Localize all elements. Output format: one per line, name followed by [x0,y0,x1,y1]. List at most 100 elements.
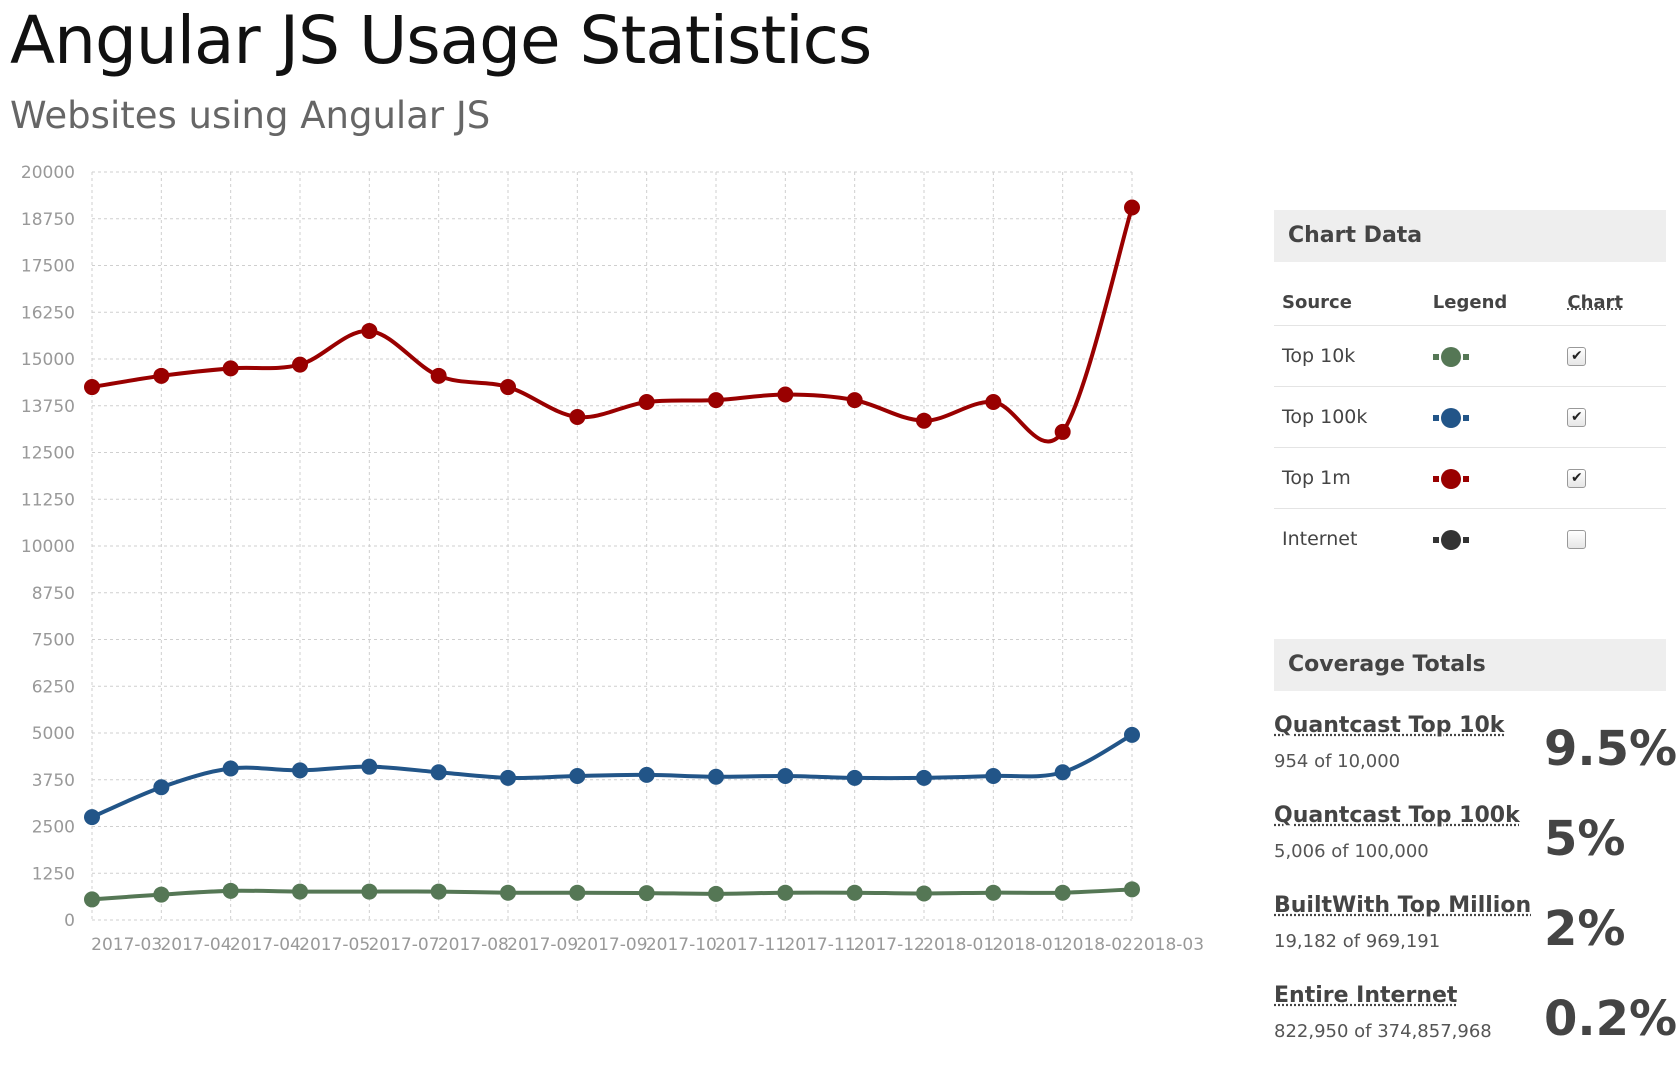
usage-line-chart: 0 1250 2500 3750 5000 6250 7500 8750 10000 11250 1… [21,163,1204,955]
y-tick-label: 18750 [21,210,75,230]
data-point-top-1m [153,367,170,384]
source-label: Top 1m [1274,447,1425,509]
chart-data-header: Chart Data [1274,210,1666,262]
y-tick-label: 20000 [21,163,75,183]
coverage-detail: 954 of 10,000 [1274,751,1401,772]
coverage-link-quantcast-top-10k[interactable]: Quantcast Top 10k [1274,713,1504,738]
data-point-top-10k [222,882,239,899]
data-point-top-100k [777,768,794,785]
data-point-top-10k [84,891,100,908]
source-label: Internet [1282,528,1358,550]
data-point-top-10k [500,884,516,901]
data-point-top-100k [361,758,378,775]
data-point-top-10k [292,883,308,900]
data-point-top-1m [430,367,447,384]
data-point-top-100k [153,779,170,796]
coverage-totals-header: Coverage Totals [1274,639,1666,691]
x-tick-label: 2017-08 [438,935,509,955]
data-point-top-10k [430,883,447,900]
data-point-top-1m [708,392,724,409]
chart-toggle-cell [1559,509,1666,570]
data-point-top-100k [916,769,932,786]
data-point-top-10k [153,886,170,903]
y-tick-label: 0 [64,911,75,931]
x-tick-label: 2018-01 [923,935,994,955]
x-tick-label: 2017-10 [646,935,717,955]
data-point-top-100k [638,766,655,783]
page-subtitle: Websites using Angular JS [10,94,491,137]
data-point-top-10k [1054,884,1071,901]
coverage-percent: 5% [1544,811,1626,867]
coverage-row: Quantcast Top 100k 5,006 of 100,000 5% [1274,795,1666,885]
data-point-top-1m [1054,423,1071,440]
y-tick-label: 7500 [32,631,75,651]
y-tick-label: 5000 [32,724,75,744]
coverage-link-quantcast-top-100k[interactable]: Quantcast Top 100k [1274,803,1520,828]
y-tick-label: 6250 [32,677,75,697]
data-point-top-10k [777,884,794,901]
data-point-top-10k [638,885,655,902]
series-line-top-1m [91,206,1134,444]
data-point-top-100k [222,760,239,777]
source-label: Top 100k [1274,386,1425,448]
page-title: Angular JS Usage Statistics [10,2,872,79]
data-point-top-10k [708,885,724,902]
coverage-totals: Coverage Totals Quantcast Top 10k 954 of… [1274,639,1676,1065]
x-tick-label: 2017-04 [230,935,301,955]
chart-toggle-cell: ✔ [1559,386,1666,448]
coverage-link-builtwith-top-million[interactable]: BuiltWith Top Million [1274,893,1531,918]
chart-toggle-checkbox[interactable] [1567,530,1587,549]
x-tick-label: 2017-11 [715,935,786,955]
source-column-header: Source [1274,284,1425,326]
data-point-top-1m [638,394,655,411]
coverage-row: Entire Internet 822,950 of 374,857,968 0… [1274,975,1676,1065]
source-row-top-10k: Top 10k ✔ [1274,325,1666,387]
y-tick-label: 8750 [32,584,75,604]
data-point-top-100k [708,768,724,785]
sidebar: Chart Data Source Legend Chart Top 10k ✔ [1274,210,1676,1065]
data-point-top-100k [500,769,516,786]
legend-cell [1424,325,1560,387]
x-tick-label: 2017-12 [854,935,925,955]
legend-marker-icon [1432,346,1469,367]
data-point-top-1m [916,412,932,429]
source-row-internet: Internet [1274,509,1666,570]
coverage-percent: 0.2% [1544,991,1676,1047]
data-point-top-100k [985,768,1002,785]
x-tick-label: 2017-04 [160,935,231,955]
chart-toggle-checkbox[interactable]: ✔ [1567,469,1587,488]
coverage-link-entire-internet[interactable]: Entire Internet [1274,983,1457,1008]
data-point-top-1m [361,322,378,339]
y-tick-label: 2500 [32,818,75,838]
chart-toggle-checkbox[interactable]: ✔ [1567,408,1587,427]
data-point-top-1m [1124,199,1140,216]
legend-column-header: Legend [1424,284,1560,326]
data-point-top-1m [777,386,794,403]
legend-marker-icon [1432,407,1469,428]
x-tick-label: 2017-09 [507,935,578,955]
y-tick-label: 3750 [32,771,75,791]
y-tick-label: 17500 [21,257,75,277]
series-line-top-10k [91,887,1133,902]
data-point-top-1m [846,392,863,409]
coverage-row: Quantcast Top 10k 954 of 10,000 9.5% [1274,705,1676,795]
chart-data-table: Source Legend Chart Top 10k ✔ Top 100k ✔… [1274,284,1666,569]
x-tick-label: 2017-07 [368,935,439,955]
data-point-top-100k [846,769,863,786]
legend-cell [1424,386,1560,448]
chart-toggle-cell: ✔ [1559,325,1666,387]
y-tick-label: 10000 [21,537,75,557]
data-point-top-1m [985,394,1002,411]
data-point-top-1m [292,356,308,373]
data-point-top-100k [430,764,447,781]
data-point-top-10k [985,884,1002,901]
data-point-top-1m [500,379,516,396]
data-point-top-10k [846,884,863,901]
x-tick-label: 2018-03 [1133,935,1204,955]
chart-toggle-checkbox[interactable]: ✔ [1567,347,1587,366]
data-point-top-100k [84,809,100,826]
y-tick-label: 16250 [21,303,75,323]
data-point-top-1m [569,408,586,425]
legend-marker-icon [1432,529,1469,550]
data-point-top-100k [292,762,308,779]
